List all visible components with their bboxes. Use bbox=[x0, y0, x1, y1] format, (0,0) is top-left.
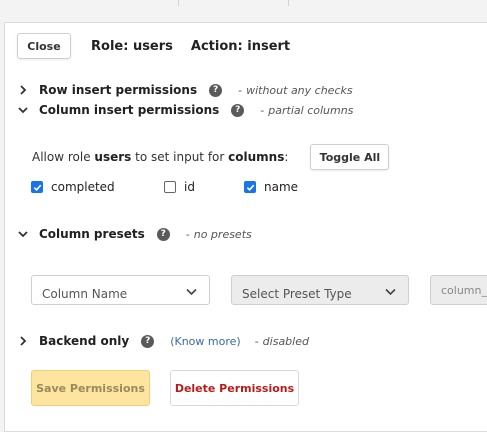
section-title: Backend only bbox=[39, 334, 130, 348]
allow-prefix: Allow role bbox=[32, 150, 91, 164]
select-placeholder: Column Name bbox=[42, 287, 128, 301]
section-title: Column presets bbox=[39, 227, 145, 241]
select-placeholder: Select Preset Type bbox=[242, 287, 352, 301]
top-strip bbox=[0, 0, 487, 22]
panel-header: Close Role: users Action: insert bbox=[17, 33, 308, 59]
allow-suffix: : bbox=[284, 150, 289, 164]
column-insert-permissions-section[interactable]: Column insert permissions ? - partial co… bbox=[17, 103, 353, 117]
section-status: without any checks bbox=[246, 83, 353, 97]
allow-columns-row: Allow role users to set input for column… bbox=[32, 144, 390, 170]
toggle-all-button[interactable]: Toggle All bbox=[310, 144, 390, 170]
save-permissions-button[interactable]: Save Permissions bbox=[31, 370, 150, 406]
allow-middle: to set input for bbox=[135, 150, 225, 164]
help-icon[interactable]: ? bbox=[231, 103, 245, 117]
chevron-right-icon[interactable] bbox=[17, 335, 29, 347]
checkbox-checked-icon[interactable] bbox=[244, 181, 256, 193]
chevron-down-icon bbox=[385, 285, 396, 299]
section-status: no presets bbox=[193, 227, 252, 241]
close-button[interactable]: Close bbox=[17, 33, 71, 59]
column-checkbox-name[interactable]: name bbox=[244, 180, 298, 194]
permissions-panel: Close Role: users Action: insert Row ins… bbox=[4, 22, 487, 432]
checkbox-checked-icon[interactable] bbox=[31, 181, 43, 193]
section-dash: - bbox=[260, 103, 265, 117]
column-presets-section[interactable]: Column presets ? - no presets bbox=[17, 227, 252, 241]
checkbox-unchecked-icon[interactable] bbox=[164, 181, 176, 193]
column-checkboxes: completed id name bbox=[31, 180, 298, 194]
preset-type-select[interactable]: Select Preset Type bbox=[231, 275, 409, 305]
column-checkbox-id[interactable]: id bbox=[164, 180, 244, 194]
column-checkbox-completed[interactable]: completed bbox=[31, 180, 164, 194]
column-name-select[interactable]: Column Name bbox=[31, 275, 210, 305]
input-placeholder: column_v bbox=[441, 284, 487, 297]
section-dash: - bbox=[254, 334, 259, 348]
know-more-link[interactable]: (Know more) bbox=[170, 335, 241, 348]
allow-columns-word: columns bbox=[228, 150, 285, 164]
section-title: Column insert permissions bbox=[39, 103, 220, 117]
section-status: partial columns bbox=[268, 103, 354, 117]
delete-permissions-button[interactable]: Delete Permissions bbox=[170, 370, 299, 406]
section-dash: - bbox=[238, 83, 243, 97]
help-icon[interactable]: ? bbox=[141, 334, 155, 348]
action-title: Action: insert bbox=[190, 38, 291, 54]
strip-divider bbox=[178, 0, 179, 6]
strip-divider bbox=[288, 0, 289, 6]
preset-value-input[interactable]: column_v bbox=[430, 275, 487, 305]
column-label: completed bbox=[51, 180, 115, 194]
help-icon[interactable]: ? bbox=[209, 83, 223, 97]
chevron-down-icon[interactable] bbox=[17, 104, 29, 116]
section-title: Row insert permissions bbox=[39, 83, 198, 97]
backend-only-section[interactable]: Backend only ? (Know more) - disabled bbox=[17, 334, 309, 348]
chevron-down-icon bbox=[186, 285, 197, 299]
column-label: name bbox=[264, 180, 299, 194]
section-status: disabled bbox=[262, 334, 309, 348]
chevron-down-icon[interactable] bbox=[17, 228, 29, 240]
chevron-right-icon[interactable] bbox=[17, 84, 29, 96]
column-label: id bbox=[184, 180, 195, 194]
role-title: Role: users bbox=[91, 38, 173, 54]
section-dash: - bbox=[185, 227, 190, 241]
row-insert-permissions-section[interactable]: Row insert permissions ? - without any c… bbox=[17, 83, 353, 97]
allow-role: users bbox=[94, 150, 132, 164]
help-icon[interactable]: ? bbox=[156, 227, 170, 241]
